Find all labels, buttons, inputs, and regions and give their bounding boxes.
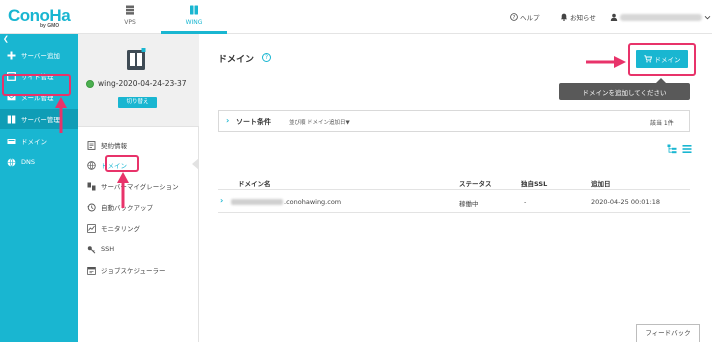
scheduler-icon <box>87 266 96 275</box>
add-domain-label: ドメイン <box>654 56 681 64</box>
add-domain-button[interactable]: ドメイン <box>636 50 688 68</box>
list-view-icon[interactable] <box>682 144 692 154</box>
server-name-text: wing-2020-04-24-23-37 <box>98 79 187 88</box>
globe-icon <box>87 160 96 170</box>
table-row-divider <box>218 212 690 213</box>
result-count: 該当 1件 <box>650 120 674 127</box>
switch-server-button[interactable]: 切り替え <box>118 97 157 108</box>
cart-icon <box>643 55 652 63</box>
domain-prefix-redacted <box>231 199 283 205</box>
nav-item-label: ドメイン <box>21 138 47 146</box>
help-icon: ? <box>510 13 518 21</box>
logo-sub-text: by GMO <box>40 23 60 29</box>
notice-link[interactable]: お知らせ <box>560 11 596 23</box>
migration-icon <box>87 182 96 191</box>
nav-item-add-server[interactable]: サーバー追加 <box>0 45 78 65</box>
subnav-item-monitoring[interactable]: モニタリング <box>87 222 140 234</box>
domain-name-text: .conohawing.com <box>284 198 342 206</box>
tab-wing-label: WING <box>185 19 203 26</box>
subnav-item-label: SSH <box>101 245 115 253</box>
column-header-date[interactable]: 追加日 <box>591 178 611 188</box>
top-bar: ConoHa by GMO VPS WING ? ヘルプ お知らせ <box>0 0 712 34</box>
sort-order-value: ドメイン追加日▼ <box>307 120 350 126</box>
highlight-box-server-nav <box>2 74 71 96</box>
server-stack-icon <box>126 5 134 15</box>
arrow-to-add-domain <box>586 56 626 68</box>
column-header-domain[interactable]: ドメイン名 <box>238 178 271 188</box>
server-name: wing-2020-04-24-23-37 <box>86 79 187 88</box>
chevron-left-icon[interactable]: ❮ <box>3 35 9 43</box>
status-running-icon <box>86 79 94 88</box>
key-icon <box>87 245 96 254</box>
status-cell: 稼働中 <box>459 200 479 208</box>
chevron-right-icon: › <box>226 116 230 125</box>
help-label: ヘルプ <box>520 14 540 22</box>
arrow-to-server-nav <box>55 97 67 133</box>
column-header-ssl[interactable]: 独自SSL <box>521 178 547 188</box>
monitor-icon <box>87 223 96 233</box>
plus-icon <box>6 50 16 60</box>
page-title: ドメイン <box>218 55 255 65</box>
conoha-logo[interactable]: ConoHa by GMO <box>8 6 78 30</box>
domain-cell: .conohawing.com <box>231 198 341 206</box>
subnav-item-label: ジョブスケジューラー <box>101 267 166 275</box>
user-name-redacted <box>620 13 702 21</box>
subnav-item-ssh[interactable]: SSH <box>87 243 114 255</box>
main-content: ドメイン ? ドメイン ドメインを追加してください › ソート条件 並び順 ドメ… <box>200 34 712 342</box>
table-header-divider <box>218 189 690 190</box>
arrow-to-domain-subnav <box>117 172 129 208</box>
backup-icon <box>87 203 96 212</box>
date-cell: 2020-04-25 00:01:18 <box>591 198 661 206</box>
feedback-button[interactable]: フィードバック <box>636 324 700 342</box>
bell-icon <box>560 13 568 21</box>
chevron-down-icon <box>704 15 711 19</box>
server-info-panel: wing-2020-04-24-23-37 切り替え <box>78 34 199 127</box>
server-icon <box>6 114 16 124</box>
user-menu[interactable] <box>610 11 711 23</box>
server-subnav: wing-2020-04-24-23-37 切り替え 契約情報 ドメイン サーバ… <box>78 34 199 342</box>
ssl-cell: - <box>524 198 527 206</box>
globe-icon <box>6 157 16 167</box>
subnav-item-scheduler[interactable]: ジョブスケジューラー <box>87 264 166 276</box>
tab-wing[interactable]: WING <box>161 0 227 34</box>
sort-order-label: 並び順 <box>289 120 306 126</box>
tree-view-icon[interactable] <box>667 144 677 154</box>
chevron-right-icon[interactable]: › <box>220 196 223 205</box>
tab-vps[interactable]: VPS <box>97 0 163 34</box>
add-domain-tooltip: ドメインを追加してください <box>559 83 690 100</box>
nav-item-dns[interactable]: DNS <box>0 152 78 172</box>
nav-item-label: サーバー追加 <box>21 52 60 60</box>
column-header-status[interactable]: ステータス <box>459 178 492 188</box>
help-icon[interactable]: ? <box>262 53 271 62</box>
subnav-item-label: 契約情報 <box>101 142 127 150</box>
sort-panel[interactable]: › ソート条件 並び順 ドメイン追加日▼ 該当 1件 <box>218 110 690 132</box>
help-link[interactable]: ? ヘルプ <box>510 11 540 23</box>
subnav-item-contract[interactable]: 契約情報 <box>87 139 127 151</box>
nav-item-label: DNS <box>21 158 35 166</box>
sort-label: ソート条件 <box>236 118 271 126</box>
svg-text:?: ? <box>513 15 516 21</box>
wing-server-icon <box>190 5 198 15</box>
subnav-item-label: サーバーマイグレーション <box>101 183 179 191</box>
subnav-item-label: モニタリング <box>101 225 140 233</box>
subnav-item-migration[interactable]: サーバーマイグレーション <box>87 180 179 192</box>
active-pointer <box>192 158 199 170</box>
table-row[interactable]: › .conohawing.com 稼働中 - 2020-04-25 00:01… <box>218 191 690 211</box>
domain-icon <box>6 136 16 146</box>
server-icon <box>127 48 146 70</box>
tab-vps-label: VPS <box>124 19 136 26</box>
user-icon <box>610 13 618 21</box>
contract-icon <box>87 140 96 150</box>
notice-label: お知らせ <box>570 14 596 22</box>
